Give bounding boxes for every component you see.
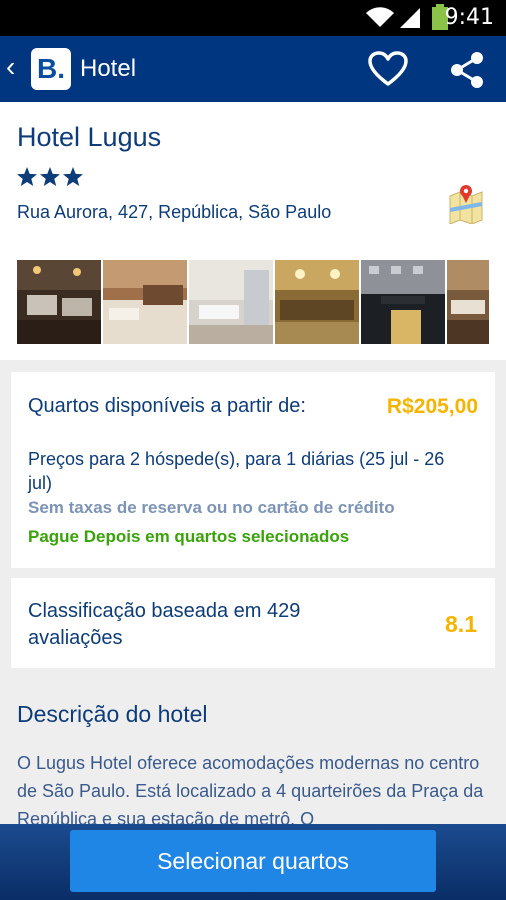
star-icon: [40, 167, 60, 186]
description-text: O Lugus Hotel oferece acomodações modern…: [17, 753, 484, 824]
map-icon[interactable]: [448, 184, 484, 224]
hotel-address: Rua Aurora, 427, República, São Paulo: [17, 202, 332, 222]
select-rooms-button[interactable]: Selecionar quartos: [70, 830, 436, 892]
rating-card[interactable]: Classificação baseada em 429 avaliações …: [11, 578, 495, 668]
no-fees-note: Sem taxas de reserva ou no cartão de cré…: [28, 498, 395, 517]
status-bar: 9:41: [0, 0, 506, 36]
hotel-details: Hotel Lugus Rua Aurora, 427, República, …: [0, 102, 506, 824]
share-icon[interactable]: [449, 52, 485, 88]
photo-thumbnail[interactable]: [447, 260, 489, 344]
rating-score: 8.1: [445, 611, 477, 637]
booking-logo[interactable]: B.: [31, 48, 71, 90]
price-info: Preços para 2 hóspede(s), para 1 diárias…: [28, 449, 445, 493]
photo-thumbnail[interactable]: [275, 260, 359, 344]
star-rating: [17, 167, 83, 186]
app-bar: ‹ B. Hotel: [0, 36, 506, 102]
photo-thumbnail[interactable]: [103, 260, 187, 344]
star-icon: [17, 167, 37, 186]
signal-icon: [400, 8, 420, 28]
bottom-action-bar: Selecionar quartos: [0, 824, 506, 900]
heart-icon[interactable]: [368, 51, 408, 87]
chevron-left-icon[interactable]: ‹: [6, 50, 15, 84]
availability-label: Quartos disponíveis a partir de:: [28, 395, 306, 417]
availability-card[interactable]: Quartos disponíveis a partir de: R$205,0…: [11, 372, 495, 568]
page-title: Hotel: [80, 55, 137, 82]
wifi-icon: [366, 7, 394, 27]
hotel-name: Hotel Lugus: [17, 122, 162, 152]
rating-label: Classificação baseada em 429 avaliações: [28, 600, 301, 649]
photo-gallery[interactable]: [17, 260, 489, 344]
pay-later-note: Pague Depois em quartos selecionados: [28, 527, 350, 546]
star-icon: [63, 167, 83, 186]
clock: 9:41: [444, 5, 494, 30]
photo-thumbnail[interactable]: [361, 260, 445, 344]
price-value: R$205,00: [386, 395, 478, 418]
description-title: Descrição do hotel: [17, 701, 208, 727]
logo-letter: B.: [37, 53, 65, 84]
photo-thumbnail[interactable]: [189, 260, 273, 344]
photo-thumbnail[interactable]: [17, 260, 101, 344]
